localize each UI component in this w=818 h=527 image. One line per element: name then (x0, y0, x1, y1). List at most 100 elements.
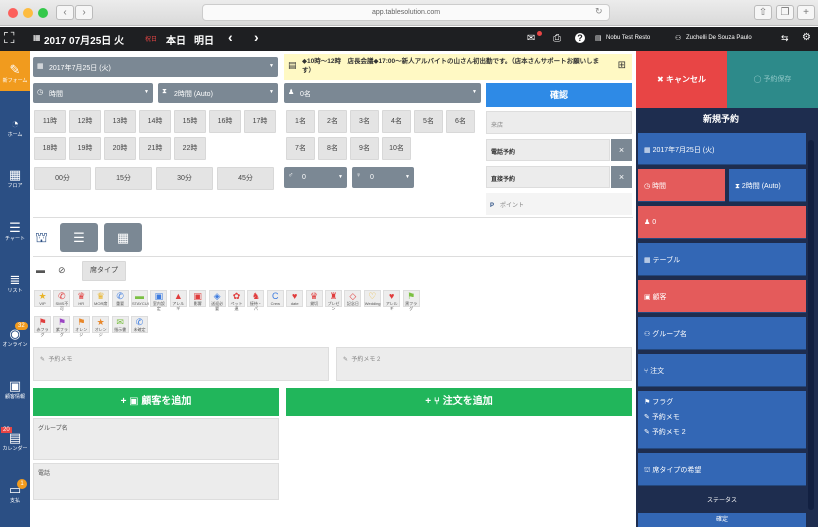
phone-input[interactable]: 電話 (33, 463, 279, 500)
memo2-input[interactable]: ✎ 予約メモ 2 (336, 347, 632, 381)
tag-button[interactable]: ♛ 貸切 (305, 290, 323, 307)
tag-button[interactable]: ★ オレンジ (92, 316, 110, 337)
back-icon[interactable]: ‹ (56, 5, 74, 20)
tag-button[interactable]: ♜ プレゼン (325, 290, 342, 311)
tag-button[interactable]: ✆ SMS不可 (53, 290, 71, 311)
male-count-select[interactable]: ♂ 0 ▼ (284, 167, 347, 188)
tabs-icon[interactable]: ❐ (776, 5, 794, 20)
tag-button[interactable]: ▣ 影響 (189, 290, 207, 307)
tag-button[interactable]: ▲ アレルギ (169, 290, 187, 311)
tag-button[interactable]: ✿ ペット連 (228, 290, 245, 311)
sidebar-item-customer[interactable]: ▣ 顧客情報 (0, 379, 30, 401)
tag-button[interactable]: ⚑ オレンジ (72, 316, 90, 337)
people-button[interactable]: 1名 (286, 110, 315, 133)
panel-seat-pref[interactable]: ⛫ 席タイプの希望 (638, 453, 806, 486)
points-input[interactable]: P ポイント (486, 193, 632, 215)
people-button[interactable]: 10名 (382, 137, 411, 160)
minute-button[interactable]: 00分 (34, 167, 91, 190)
smoking-icon[interactable]: ▬ (36, 265, 45, 275)
next-day-icon[interactable]: › (254, 29, 259, 45)
visit-note-input[interactable]: 来店 (486, 111, 632, 134)
remove-direct-icon[interactable]: × (611, 166, 632, 188)
sidebar-item-chart[interactable]: ☰ チャート (0, 221, 30, 243)
people-button[interactable]: 3名 (350, 110, 379, 133)
tag-button[interactable]: ⚑ 赤フラグ (34, 316, 51, 337)
sidebar-item-online[interactable]: ◉ オンライン (0, 327, 30, 349)
hour-button[interactable]: 19時 (69, 137, 101, 160)
tag-button[interactable]: ✆ 重要 (111, 290, 129, 307)
people-button[interactable]: 6名 (446, 110, 475, 133)
minute-button[interactable]: 30分 (156, 167, 213, 190)
remove-phone-icon[interactable]: × (611, 139, 632, 161)
hour-button[interactable]: 14時 (139, 110, 171, 133)
panel-scrollbar[interactable] (808, 140, 814, 510)
hour-button[interactable]: 18時 (34, 137, 66, 160)
tomorrow-button[interactable]: 明日 (194, 32, 214, 47)
panel-people[interactable]: ♟ 0 (638, 206, 806, 239)
store-name[interactable]: Nobu Test Resto (606, 35, 650, 41)
tag-button[interactable]: ⚑ 黒フラグ (402, 290, 420, 311)
people-button[interactable]: 8名 (318, 137, 347, 160)
add-order-button[interactable]: + ⑂ 注文を追加 (286, 388, 632, 416)
hour-button[interactable]: 12時 (69, 110, 101, 133)
prev-day-icon[interactable]: ‹ (228, 29, 233, 45)
sidebar-item-new-form[interactable]: ✎ 新フォーム (0, 51, 30, 91)
sidebar-item-calendar[interactable]: ▤ カレンダー (0, 431, 30, 453)
date-select[interactable]: ▦ 2017年7月25日 (火) ▼ (33, 57, 278, 77)
new-tab-icon[interactable]: + (797, 5, 815, 20)
user-name[interactable]: Zuchelli De Souza Paulo (686, 35, 752, 41)
layout-grid-button[interactable]: ▦ (104, 223, 142, 252)
phone-reservation-option[interactable]: 電話予約 (486, 139, 610, 161)
hour-button[interactable]: 13時 (104, 110, 136, 133)
close-window-icon[interactable] (8, 8, 18, 18)
panel-group[interactable]: ⚇ グループ名 (638, 317, 806, 350)
female-count-select[interactable]: ♀ 0 ▼ (352, 167, 414, 188)
print-icon[interactable]: ⎙ (553, 33, 561, 44)
current-date[interactable]: 2017 07月25日 火 (44, 32, 124, 47)
share-icon[interactable]: ⇧ (754, 5, 772, 20)
hour-button[interactable]: 16時 (209, 110, 241, 133)
people-button[interactable]: 7名 (286, 137, 315, 160)
tag-button[interactable]: ✉ 指示書 (111, 316, 129, 333)
hour-button[interactable]: 20時 (104, 137, 136, 160)
layout-list-button[interactable]: ☰ (60, 223, 98, 252)
sidebar-item-list[interactable]: ≣ リスト (0, 273, 30, 295)
tag-button[interactable]: ♛ HR (72, 290, 90, 307)
panel-flags-memos[interactable]: ⚑ フラグ ✎ 予約メモ ✎ 予約メモ 2 (638, 391, 806, 449)
tag-button[interactable]: ⚑ 紫フラグ (53, 316, 71, 337)
people-button[interactable]: 4名 (382, 110, 411, 133)
forward-icon[interactable]: › (75, 5, 93, 20)
panel-status-value[interactable]: 確定 (638, 513, 806, 527)
panel-customer[interactable]: ▣ 顧客 (638, 280, 806, 313)
tag-button[interactable]: C Crew (266, 290, 284, 307)
mail-icon[interactable]: ✉ (527, 33, 535, 44)
sidebar-item-home[interactable]: ◔ ホーム (0, 117, 30, 139)
tag-button[interactable]: ★ VIP (34, 290, 51, 307)
reload-icon[interactable]: ↻ (595, 6, 603, 17)
tag-button[interactable]: ♛ MOR席 (92, 290, 110, 307)
tag-button[interactable]: ♡ Wedding (363, 290, 381, 307)
tag-button[interactable]: ♥ アレルギ (383, 290, 401, 311)
help-icon[interactable]: ? (575, 33, 585, 43)
people-button[interactable]: 9名 (350, 137, 379, 160)
group-name-input[interactable]: グループ名 (33, 418, 279, 460)
hour-button[interactable]: 15時 (174, 110, 206, 133)
cancel-button[interactable]: ✖ キャンセル (636, 51, 727, 108)
no-smoking-icon[interactable]: ⊘ (58, 265, 66, 276)
minute-button[interactable]: 15分 (95, 167, 152, 190)
people-button[interactable]: 5名 (414, 110, 443, 133)
confirm-button[interactable]: 確認 (486, 83, 632, 107)
direct-reservation-option[interactable]: 直接予約 (486, 166, 610, 188)
tag-button[interactable]: ▬ STAYCUI (131, 290, 149, 307)
hour-button[interactable]: 17時 (244, 110, 276, 133)
switch-icon[interactable]: ⇆ (781, 33, 789, 44)
hour-button[interactable]: 11時 (34, 110, 66, 133)
tag-button[interactable]: ♥ date (286, 290, 304, 307)
memo-input[interactable]: ✎ 予約メモ (33, 347, 329, 381)
tag-button[interactable]: ✆ 未確定 (131, 316, 148, 333)
tag-button[interactable]: ♞ 接待・パ (247, 290, 265, 311)
people-button[interactable]: 2名 (318, 110, 347, 133)
address-bar[interactable]: app.tablesolution.com (202, 4, 610, 21)
panel-date[interactable]: ▦ 2017年7月25日 (火) (638, 133, 806, 165)
gear-icon[interactable]: ⚙ (802, 32, 811, 43)
